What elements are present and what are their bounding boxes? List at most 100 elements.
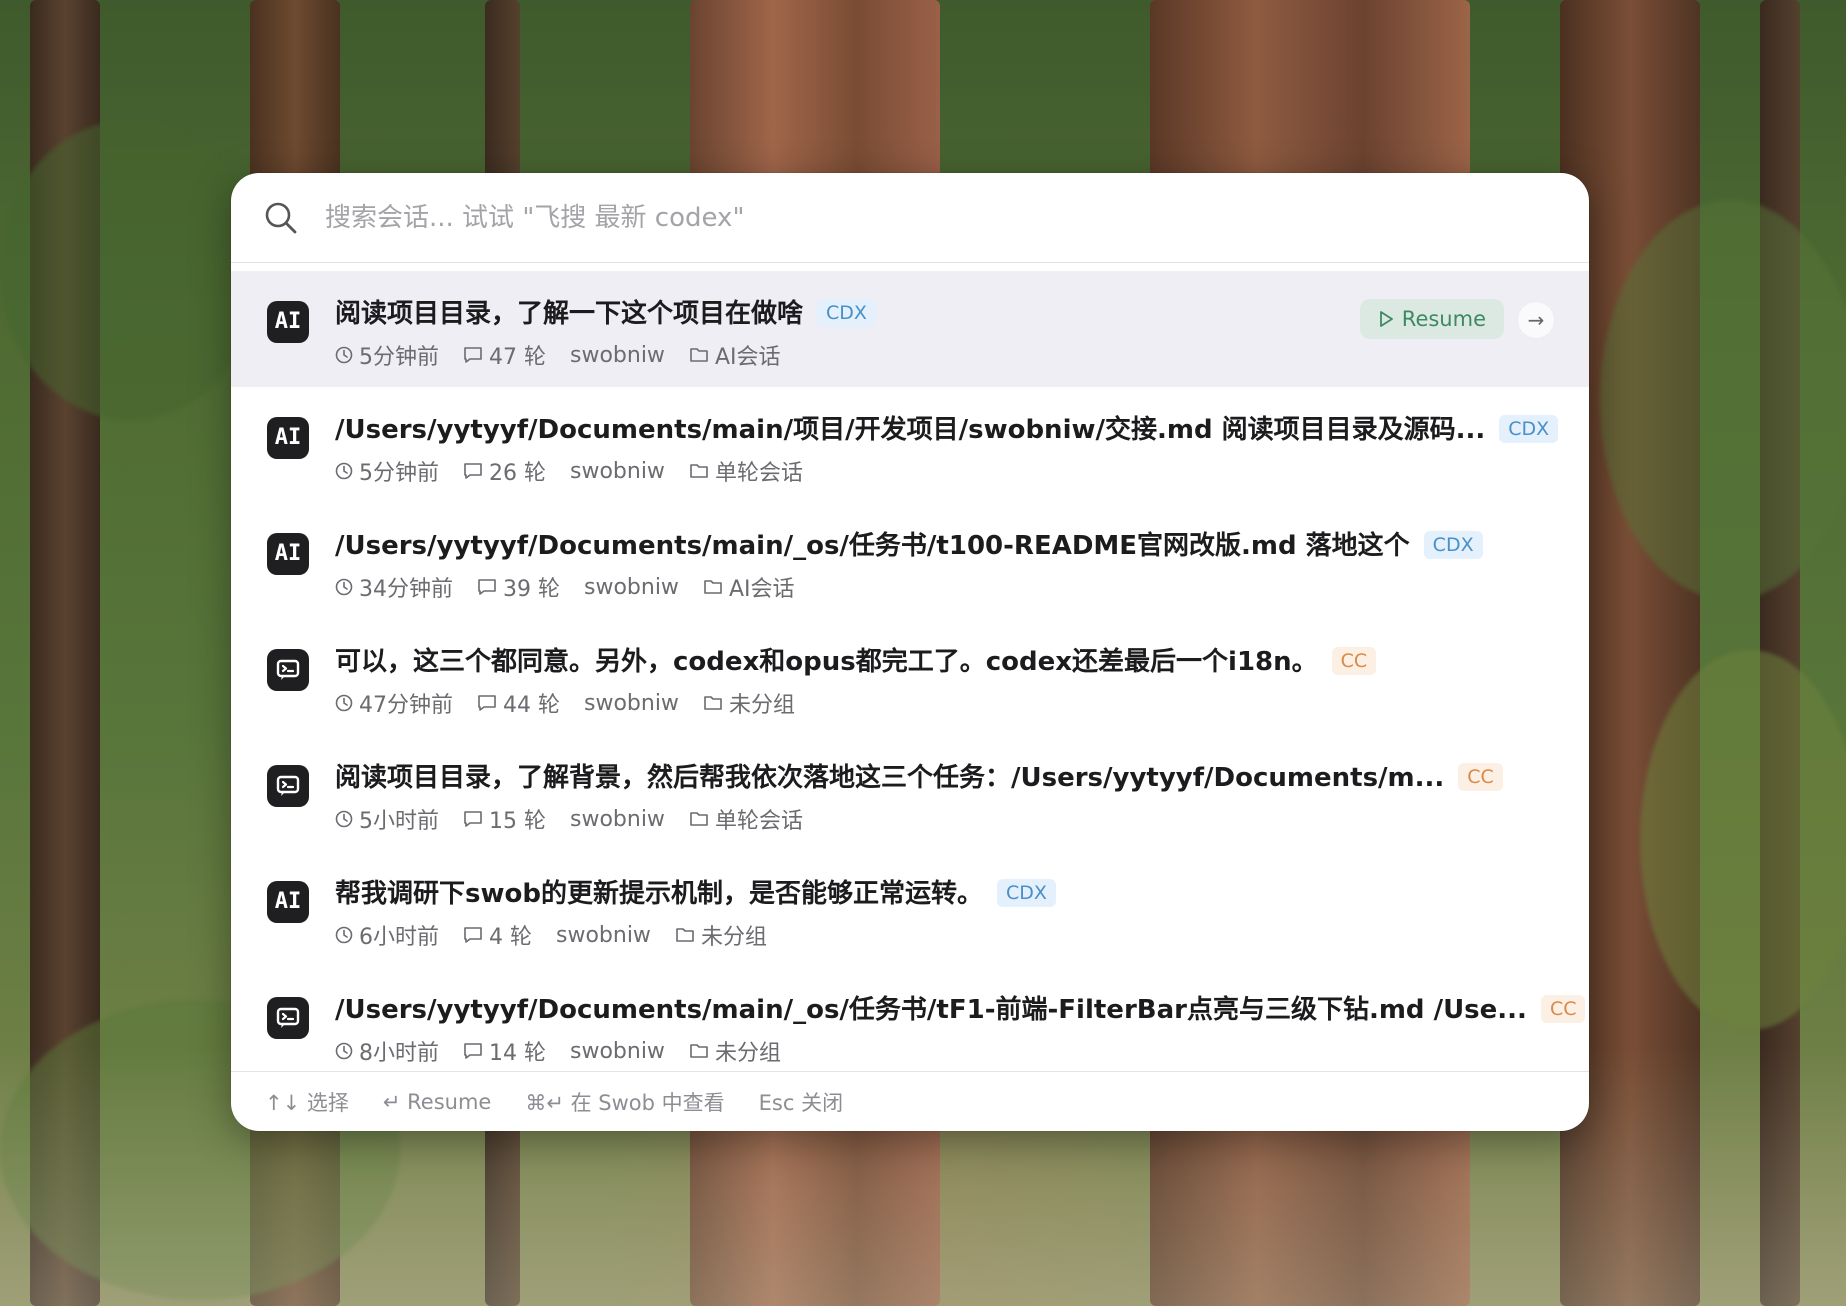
resume-button[interactable]: Resume bbox=[1359, 299, 1504, 339]
turn-count: 47 轮 bbox=[489, 345, 546, 370]
clock-icon bbox=[335, 1042, 353, 1060]
quick-search-panel: AI 阅读项目目录，了解一下这个项目在做啥 CDX 5分钟前 47 轮 swobn… bbox=[231, 173, 1589, 1131]
group-item: AI会话 bbox=[689, 339, 781, 371]
project-name: swobniw bbox=[584, 574, 679, 600]
folder-icon bbox=[704, 696, 722, 710]
time-ago: 47分钟前 bbox=[359, 693, 453, 718]
turn-count: 14 轮 bbox=[489, 1041, 546, 1066]
message-icon bbox=[464, 347, 482, 363]
result-meta: 5分钟前 26 轮 swobniw 单轮会话 bbox=[335, 455, 827, 487]
folder-icon bbox=[704, 580, 722, 594]
select-hint: ↑↓ 选择 bbox=[265, 1091, 349, 1115]
project-item: swobniw bbox=[556, 923, 651, 948]
ai-app-icon: AI bbox=[267, 881, 309, 923]
result-title-text: /Users/yytyyf/Documents/main/_os/任务书/t10… bbox=[335, 531, 1410, 561]
claude-code-app-icon bbox=[267, 765, 309, 807]
turns-item: 26 轮 bbox=[463, 455, 546, 487]
folder-icon bbox=[676, 928, 694, 942]
result-meta: 5小时前 15 轮 swobniw 单轮会话 bbox=[335, 803, 827, 835]
group-item: 未分组 bbox=[703, 687, 795, 719]
clock-icon bbox=[335, 578, 353, 596]
ai-app-icon: AI bbox=[267, 417, 309, 459]
time-item: 8小时前 bbox=[335, 1035, 439, 1067]
result-title-text: 阅读项目目录，了解背景，然后帮我依次落地这三个任务：/Users/yytyyf/… bbox=[335, 763, 1445, 793]
time-ago: 34分钟前 bbox=[359, 577, 453, 602]
result-meta: 5分钟前 47 轮 swobniw AI会话 bbox=[335, 339, 804, 371]
result-title-text: /Users/yytyyf/Documents/main/项目/开发项目/swo… bbox=[335, 415, 1486, 445]
source-tag: CDX bbox=[1499, 415, 1559, 443]
keyboard-hints-footer: ↑↓ 选择 ↵ Resume ⌘↵ 在 Swob 中查看 Esc 关闭 bbox=[231, 1071, 1589, 1131]
group-item: 未分组 bbox=[689, 1035, 781, 1067]
turns-item: 39 轮 bbox=[477, 571, 560, 603]
project-name: swobniw bbox=[584, 690, 679, 716]
clock-icon bbox=[335, 346, 353, 364]
result-meta: 8小时前 14 轮 swobniw 未分组 bbox=[335, 1035, 805, 1067]
message-icon bbox=[464, 1043, 482, 1059]
clock-icon bbox=[335, 462, 353, 480]
time-item: 47分钟前 bbox=[335, 687, 453, 719]
ai-app-icon: AI bbox=[267, 301, 309, 343]
time-ago: 8小时前 bbox=[359, 1041, 439, 1066]
message-icon bbox=[464, 811, 482, 827]
project-name: swobniw bbox=[570, 806, 665, 832]
resume-label: Resume bbox=[1401, 307, 1486, 331]
message-icon bbox=[464, 463, 482, 479]
project-item: swobniw bbox=[584, 691, 679, 716]
result-row[interactable]: AI 帮我调研下swob的更新提示机制，是否能够正常运转。 CDX 6小时前 4 … bbox=[231, 851, 1589, 967]
source-tag: CDX bbox=[817, 299, 876, 327]
result-row[interactable]: AI /Users/yytyyf/Documents/main/项目/开发项目/… bbox=[231, 387, 1589, 503]
turns-item: 15 轮 bbox=[463, 803, 546, 835]
play-icon bbox=[1379, 311, 1393, 327]
search-input[interactable] bbox=[323, 193, 1547, 243]
message-icon bbox=[478, 695, 496, 711]
turn-count: 4 轮 bbox=[489, 925, 532, 950]
result-meta: 34分钟前 39 轮 swobniw AI会话 bbox=[335, 571, 818, 603]
group-name: AI会话 bbox=[728, 577, 795, 602]
source-tag: CDX bbox=[996, 879, 1056, 907]
source-tag: CDX bbox=[1423, 531, 1483, 559]
result-title: /Users/yytyyf/Documents/main/项目/开发项目/swo… bbox=[335, 409, 1559, 446]
ai-app-icon: AI bbox=[267, 533, 309, 575]
time-item: 5分钟前 bbox=[335, 455, 439, 487]
group-name: 单轮会话 bbox=[714, 461, 803, 486]
turn-count: 44 轮 bbox=[503, 693, 560, 718]
result-title: 可以，这三个都同意。另外，codex和opus都完工了。codex还差最后一个i… bbox=[335, 641, 1377, 678]
chat-terminal-icon bbox=[276, 1007, 300, 1028]
folder-icon bbox=[690, 348, 708, 362]
time-item: 6小时前 bbox=[335, 919, 439, 951]
group-item: AI会话 bbox=[703, 571, 795, 603]
turn-count: 26 轮 bbox=[489, 461, 546, 486]
project-item: swobniw bbox=[584, 575, 679, 600]
project-name: swobniw bbox=[570, 458, 665, 484]
clock-icon bbox=[335, 810, 353, 828]
clock-icon bbox=[335, 926, 353, 944]
chat-terminal-icon bbox=[276, 775, 300, 796]
result-title-text: 帮我调研下swob的更新提示机制，是否能够正常运转。 bbox=[335, 879, 983, 909]
result-row[interactable]: AI 阅读项目目录，了解一下这个项目在做啥 CDX 5分钟前 47 轮 swobn… bbox=[231, 271, 1589, 387]
group-name: 未分组 bbox=[728, 693, 795, 718]
project-name: swobniw bbox=[570, 342, 665, 368]
time-item: 34分钟前 bbox=[335, 571, 453, 603]
time-item: 5小时前 bbox=[335, 803, 439, 835]
project-name: swobniw bbox=[556, 922, 651, 948]
folder-icon bbox=[690, 1044, 708, 1058]
group-name: 单轮会话 bbox=[714, 809, 803, 834]
result-title: 阅读项目目录，了解背景，然后帮我依次落地这三个任务：/Users/yytyyf/… bbox=[335, 757, 1503, 794]
time-ago: 5分钟前 bbox=[359, 461, 439, 486]
group-item: 未分组 bbox=[675, 919, 767, 951]
clock-icon bbox=[335, 694, 353, 712]
group-name: AI会话 bbox=[714, 345, 781, 370]
result-row[interactable]: 可以，这三个都同意。另外，codex和opus都完工了。codex还差最后一个i… bbox=[231, 619, 1589, 735]
result-row[interactable]: AI /Users/yytyyf/Documents/main/_os/任务书/… bbox=[231, 503, 1589, 619]
turns-item: 44 轮 bbox=[477, 687, 560, 719]
message-icon bbox=[478, 579, 496, 595]
group-item: 单轮会话 bbox=[689, 803, 803, 835]
resume-hint: ↵ Resume bbox=[382, 1090, 492, 1114]
result-row[interactable]: /Users/yytyyf/Documents/main/_os/任务书/tF1… bbox=[231, 967, 1589, 1071]
source-tag: CC bbox=[1458, 763, 1503, 791]
result-meta: 6小时前 4 轮 swobniw 未分组 bbox=[335, 919, 791, 951]
time-ago: 5小时前 bbox=[359, 809, 439, 834]
result-row[interactable]: 阅读项目目录，了解背景，然后帮我依次落地这三个任务：/Users/yytyyf/… bbox=[231, 735, 1589, 851]
search-icon bbox=[265, 202, 297, 234]
arrow-right-icon[interactable]: → bbox=[1517, 301, 1555, 339]
